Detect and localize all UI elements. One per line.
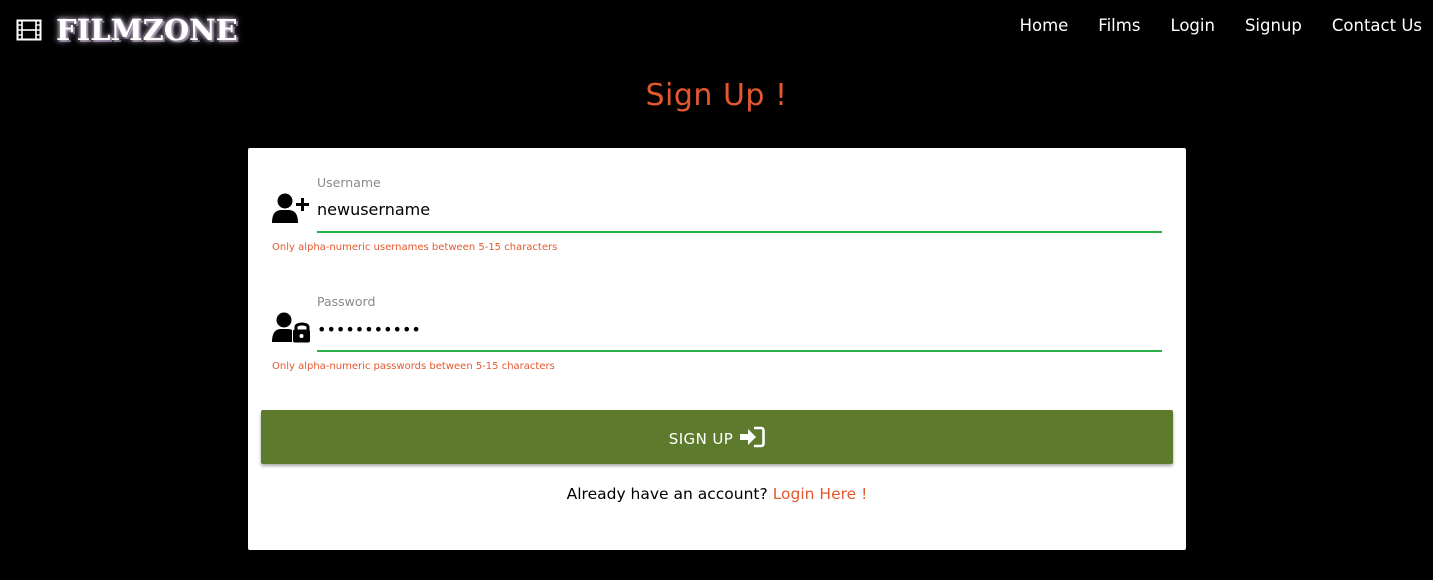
sign-up-button-label: SIGN UP (668, 429, 734, 448)
password-input[interactable] (317, 316, 1162, 342)
signup-card: Username Only alpha-numeric usernames be… (248, 148, 1186, 550)
login-prompt: Already have an account? Login Here ! (248, 485, 1186, 503)
username-label: Username (317, 175, 381, 190)
sign-up-button[interactable]: SIGN UP (261, 410, 1173, 464)
password-helper-text: Only alpha-numeric passwords between 5-1… (272, 361, 555, 372)
nav-link-login[interactable]: Login (1170, 16, 1215, 35)
login-prompt-text: Already have an account? (566, 485, 768, 503)
nav-link-films[interactable]: Films (1098, 16, 1140, 35)
password-label: Password (317, 294, 376, 309)
page-title: Sign Up ! (645, 78, 788, 113)
user-lock-icon (272, 312, 310, 343)
user-plus-icon (272, 193, 309, 223)
username-helper-text: Only alpha-numeric usernames between 5-1… (272, 242, 558, 253)
brand-text: FILMZONE (56, 13, 238, 47)
nav-link-home[interactable]: Home (1020, 16, 1069, 35)
navbar: FILMZONE Home Films Login Signup Contact… (0, 0, 1433, 58)
login-here-link[interactable]: Login Here ! (773, 485, 868, 503)
sign-in-icon (740, 426, 765, 448)
nav-link-signup[interactable]: Signup (1245, 16, 1302, 35)
film-icon (16, 19, 42, 41)
nav-links: Home Films Login Signup Contact Us (1020, 16, 1422, 35)
nav-link-contact[interactable]: Contact Us (1332, 16, 1422, 35)
password-underline (317, 350, 1162, 352)
username-underline (317, 231, 1162, 233)
username-input[interactable] (317, 196, 1162, 222)
brand-logo[interactable]: FILMZONE (16, 12, 238, 48)
